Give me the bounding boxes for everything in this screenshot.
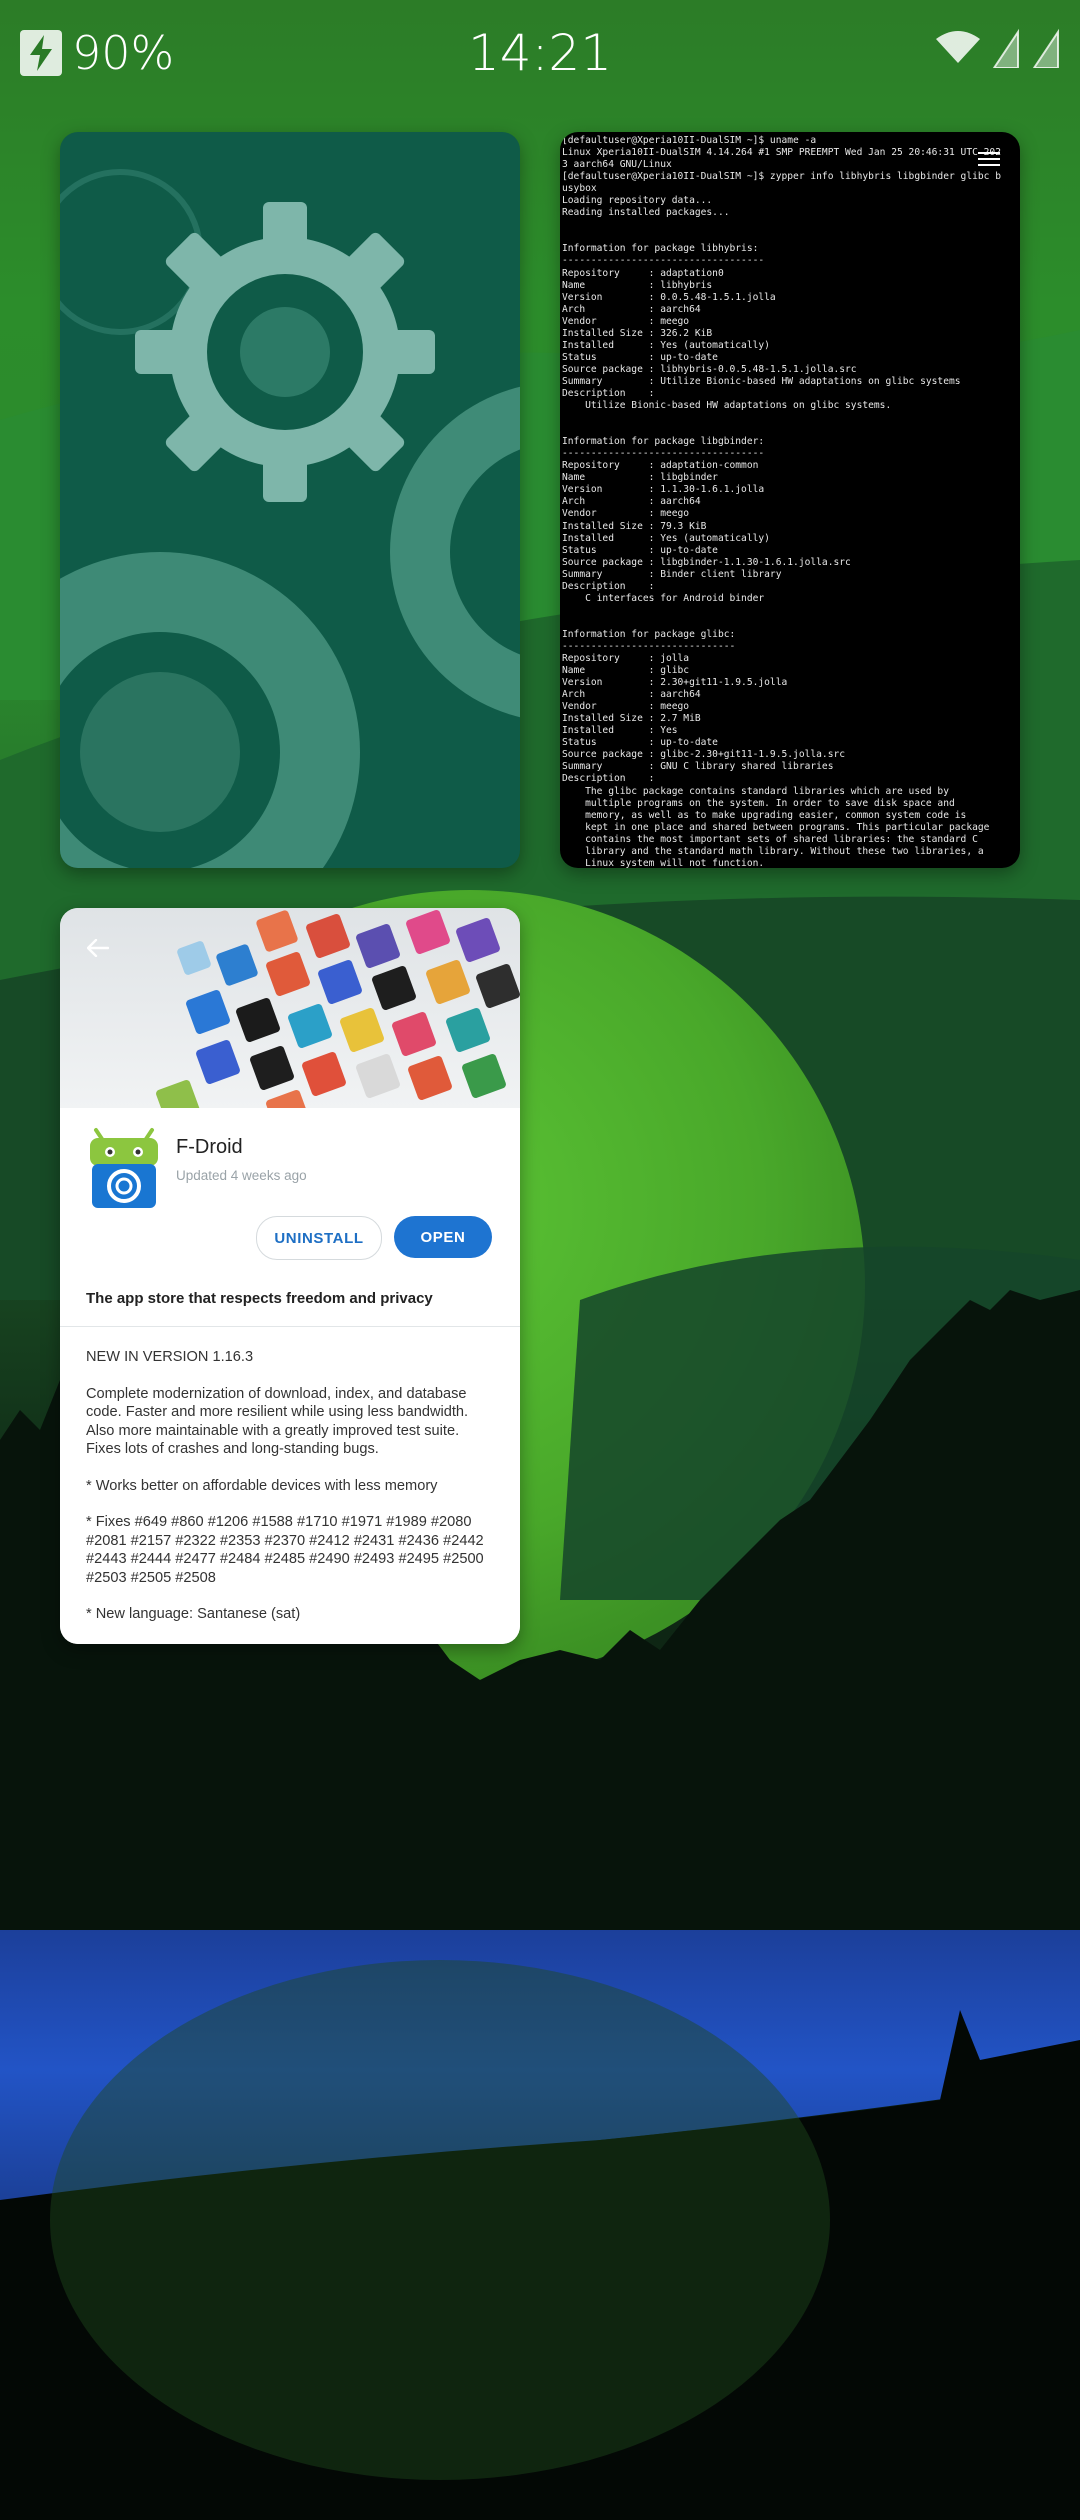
app-details: F-Droid Updated 4 weeks ago UNINSTALL OP…: [60, 1108, 520, 1644]
terminal-app-card[interactable]: [defaultuser@Xperia10II-DualSIM ~]$ unam…: [560, 132, 1020, 868]
app-header-banner: [60, 908, 520, 1108]
fdroid-logo-icon: [86, 1126, 162, 1210]
description-paragraph: Complete modernization of download, inde…: [86, 1385, 469, 1458]
settings-app-card[interactable]: [60, 132, 520, 868]
signal-sim1-icon: [992, 28, 1020, 73]
back-arrow-icon[interactable]: [78, 928, 118, 968]
terminal-output: [defaultuser@Xperia10II-DualSIM ~]$ unam…: [562, 135, 1001, 868]
updated-text: Updated 4 weeks ago: [176, 1168, 307, 1183]
fdroid-app-card[interactable]: F-Droid Updated 4 weeks ago UNINSTALL OP…: [60, 908, 520, 1644]
app-tagline: The app store that respects freedom and …: [86, 1290, 433, 1307]
signal-sim2-icon: [1032, 28, 1060, 73]
wifi-icon: [936, 31, 980, 70]
open-button[interactable]: OPEN: [394, 1216, 492, 1258]
app-description: NEW IN VERSION 1.16.3 Complete moderniza…: [86, 1348, 496, 1642]
menu-icon[interactable]: [978, 152, 1000, 170]
status-bar: 90% 14:21: [0, 0, 1080, 110]
version-heading: NEW IN VERSION 1.16.3: [86, 1349, 254, 1365]
gears-icon: [60, 169, 520, 868]
clock: 14:21: [467, 24, 613, 82]
app-icons-collage: [156, 910, 520, 1108]
divider: [60, 1326, 520, 1327]
uninstall-button[interactable]: UNINSTALL: [256, 1216, 382, 1260]
description-paragraph: * Fixes #649 #860 #1206 #1588 #1710 #197…: [86, 1514, 484, 1586]
description-paragraph: * Works better on affordable devices wit…: [86, 1477, 438, 1494]
app-name: F-Droid: [176, 1136, 243, 1158]
description-paragraph: * New language: Santanese (sat): [86, 1606, 301, 1622]
